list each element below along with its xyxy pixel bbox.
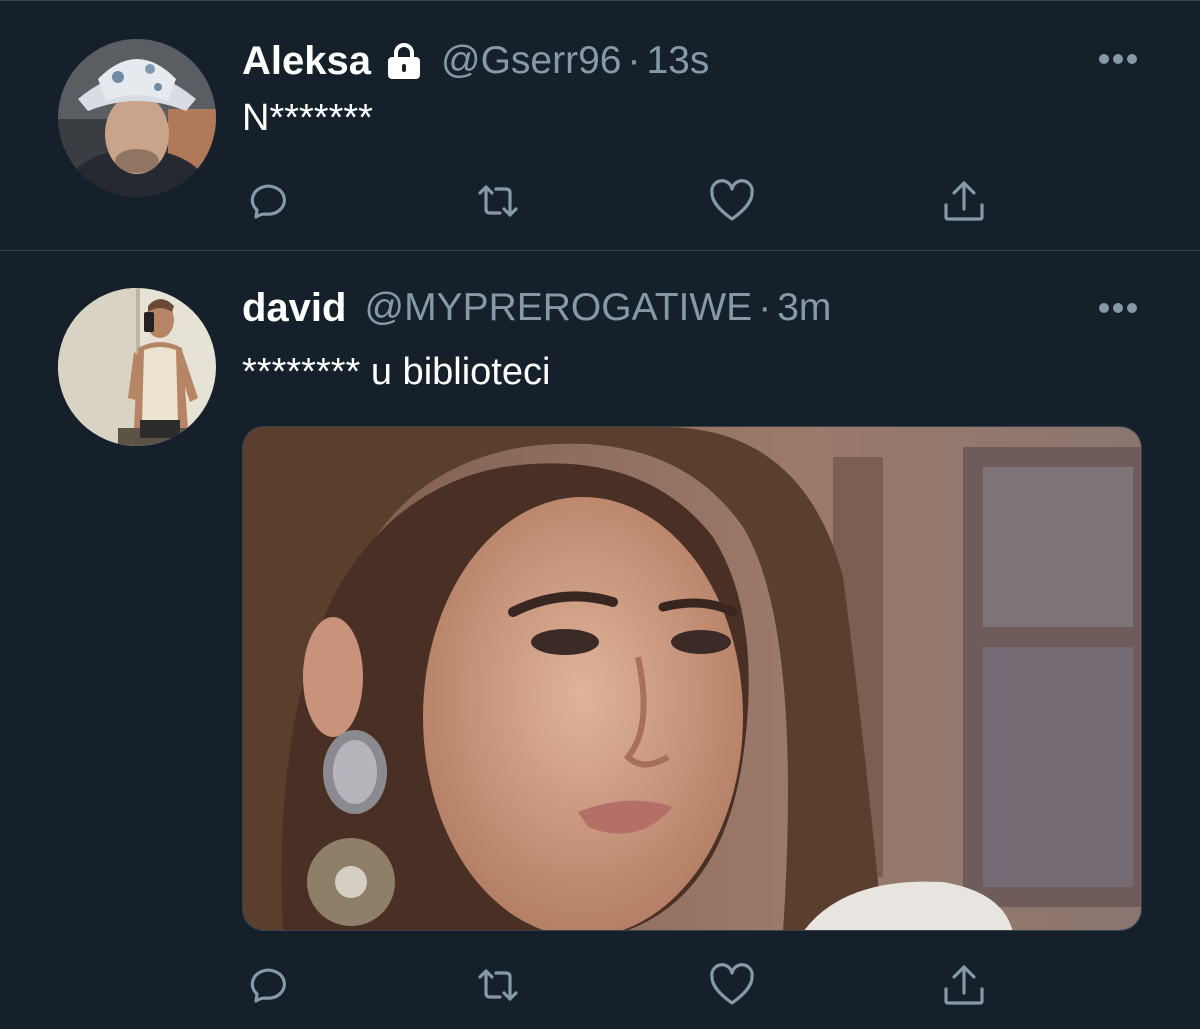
handle[interactable]: @MYPREROGATIWE [364, 286, 752, 330]
reply-icon[interactable] [242, 961, 290, 1009]
tweet-text: ******** u biblioteci [242, 351, 551, 393]
like-icon[interactable] [708, 177, 756, 225]
like-icon[interactable] [708, 961, 756, 1009]
more-icon[interactable] [1098, 53, 1138, 65]
tweet-header: david @MYPREROGATIWE · 3m [242, 283, 831, 333]
photo-woman-with-earring [243, 427, 1141, 930]
timeline: Aleksa @Gserr96 · 13s N******* david @MY… [0, 0, 1200, 1029]
display-name[interactable]: david [242, 286, 346, 331]
display-name[interactable]: Aleksa [242, 39, 371, 84]
share-icon[interactable] [940, 961, 988, 1009]
timestamp[interactable]: 3m [777, 286, 831, 330]
tweet[interactable]: Aleksa @Gserr96 · 13s N******* [0, 0, 1200, 251]
handle[interactable]: @Gserr96 [441, 39, 621, 83]
reply-icon[interactable] [242, 177, 290, 225]
person-mirror-selfie-avatar [58, 288, 216, 446]
lock-icon [385, 41, 423, 81]
timestamp[interactable]: 13s [646, 39, 709, 83]
retweet-icon[interactable] [474, 961, 522, 1009]
more-icon[interactable] [1098, 302, 1138, 314]
separator: · [758, 286, 772, 329]
person-in-bucket-hat-avatar [58, 39, 216, 197]
avatar[interactable] [58, 39, 216, 197]
action-bar [242, 177, 1002, 225]
separator: · [627, 39, 641, 82]
retweet-icon[interactable] [474, 177, 522, 225]
tweet[interactable]: david @MYPREROGATIWE · 3m ******** u bib… [0, 251, 1200, 1029]
avatar[interactable] [58, 288, 216, 446]
action-bar [242, 961, 1002, 1009]
share-icon[interactable] [940, 177, 988, 225]
tweet-header: Aleksa @Gserr96 · 13s [242, 36, 709, 86]
tweet-text: N******* [242, 97, 373, 139]
tweet-media[interactable] [242, 426, 1142, 931]
